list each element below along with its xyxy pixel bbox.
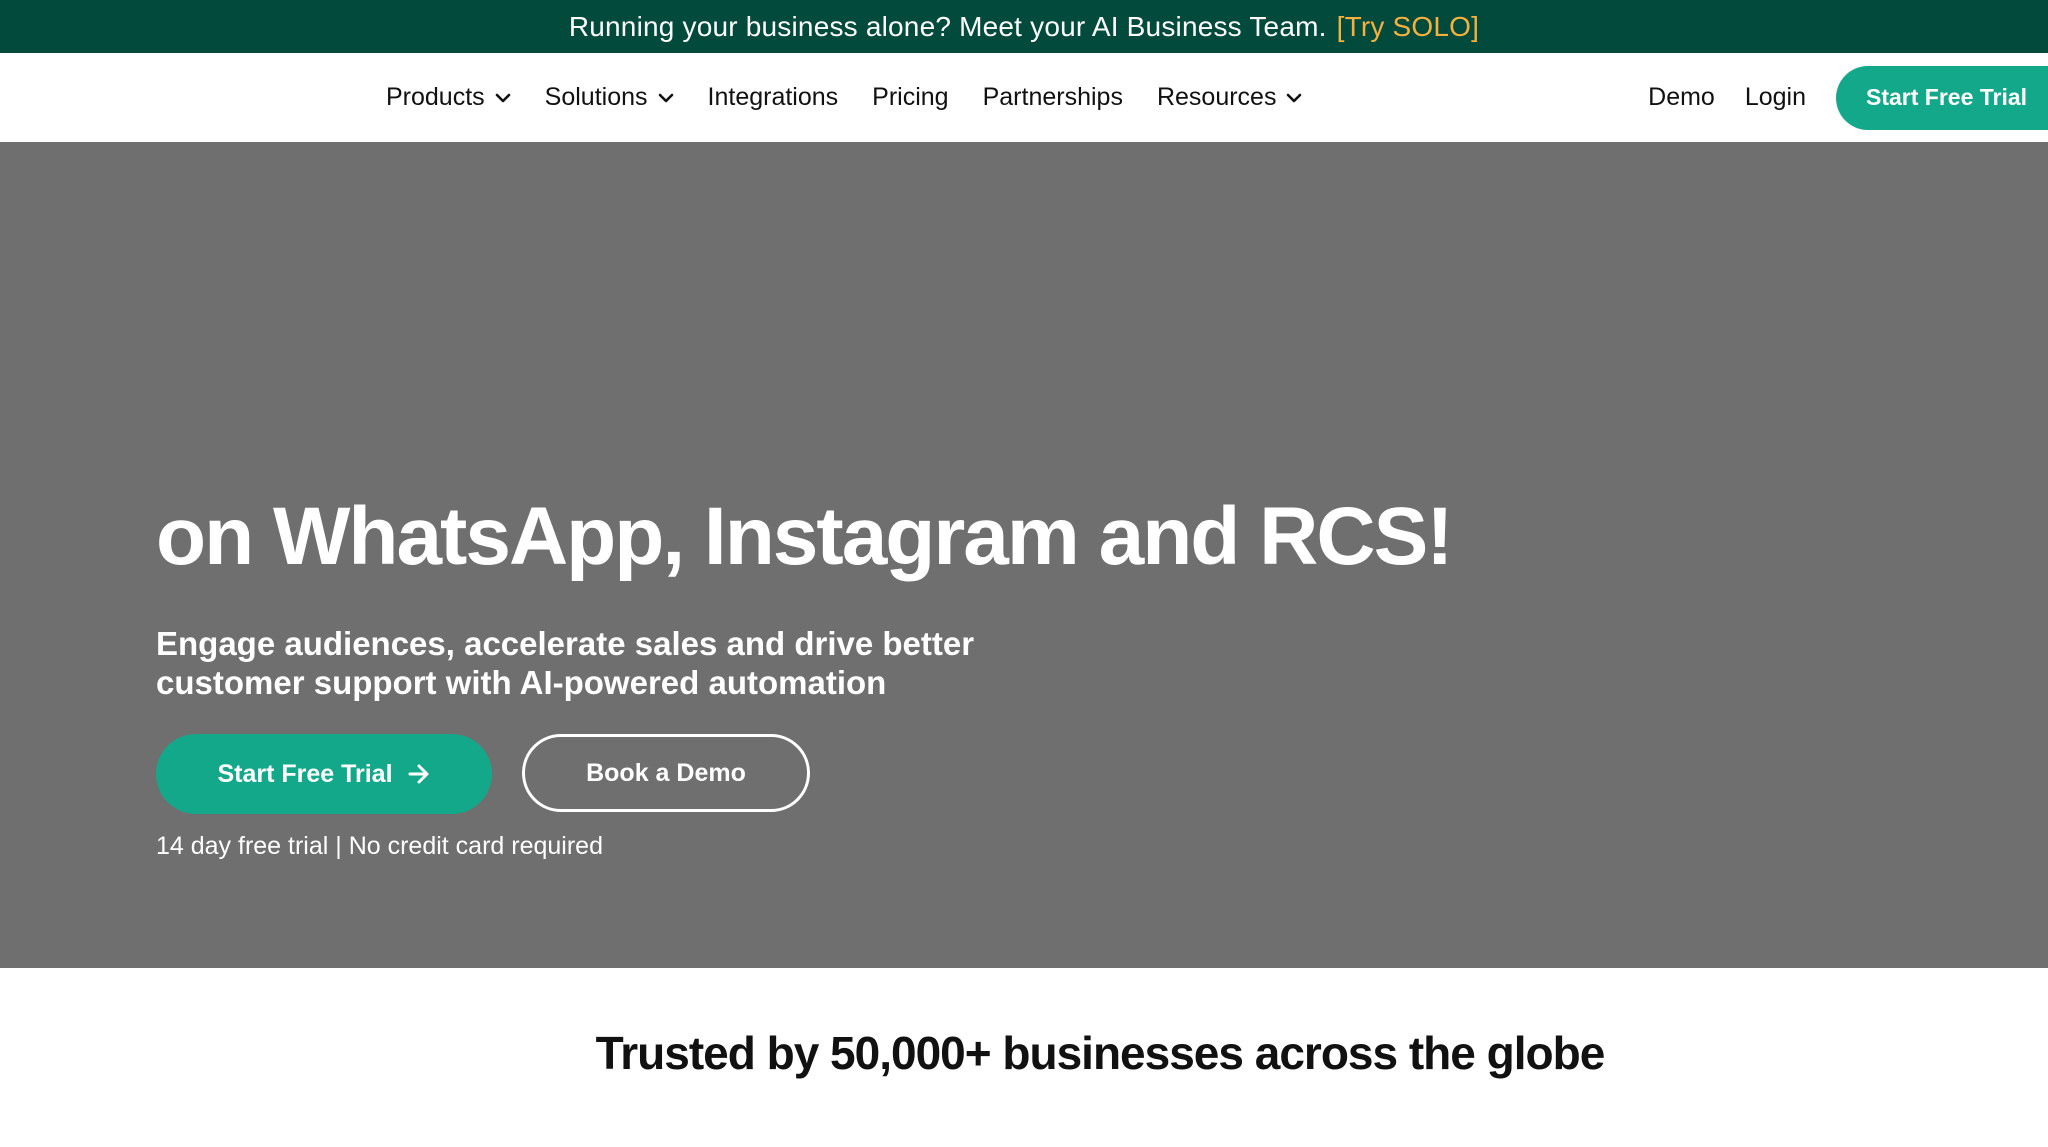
- nav-item-label: Solutions: [544, 83, 648, 111]
- nav-item-resources[interactable]: Resources: [1157, 83, 1303, 112]
- nav-actions: Demo Login Start Free Trial: [1648, 53, 2048, 142]
- announcement-bar: Running your business alone? Meet your A…: [0, 0, 2048, 53]
- hero-headline: on WhatsApp, Instagram and RCS!: [156, 491, 1454, 582]
- arrow-right-icon: [407, 763, 431, 785]
- nav-item-label: Integrations: [707, 83, 839, 111]
- chevron-down-icon: [495, 93, 511, 103]
- hero-section: on WhatsApp, Instagram and RCS! Engage a…: [0, 142, 2048, 968]
- top-navbar: Products Solutions Integrations Pricing …: [0, 53, 2048, 142]
- nav-item-solutions[interactable]: Solutions: [545, 83, 674, 112]
- nav-start-free-trial-button[interactable]: Start Free Trial: [1836, 65, 2048, 130]
- nav-item-label: Products: [386, 83, 485, 111]
- main-nav: Products Solutions Integrations Pricing …: [386, 53, 1336, 142]
- try-solo-link[interactable]: [Try SOLO]: [1337, 11, 1480, 43]
- nav-item-partnerships[interactable]: Partnerships: [983, 83, 1123, 112]
- announcement-text: Running your business alone? Meet your A…: [568, 10, 1327, 42]
- start-free-trial-button[interactable]: Start Free Trial: [156, 734, 492, 814]
- nav-item-label: Partnerships: [982, 83, 1123, 111]
- trusted-by-heading: Trusted by 50,000+ businesses across the…: [595, 1027, 1606, 1079]
- book-a-demo-button[interactable]: Book a Demo: [522, 734, 810, 812]
- nav-item-label: Pricing: [872, 83, 949, 111]
- chevron-down-icon: [1286, 93, 1302, 103]
- chevron-down-icon: [658, 93, 674, 103]
- nav-item-products[interactable]: Products: [386, 83, 511, 112]
- start-free-trial-label: Start Free Trial: [217, 759, 393, 788]
- demo-link[interactable]: Demo: [1648, 83, 1715, 112]
- login-link[interactable]: Login: [1745, 83, 1806, 112]
- nav-item-integrations[interactable]: Integrations: [708, 83, 839, 112]
- hero-subheadline: Engage audiences, accelerate sales and d…: [156, 625, 975, 701]
- trial-note: 14 day free trial | No credit card requi…: [156, 832, 603, 860]
- nav-item-pricing[interactable]: Pricing: [872, 83, 948, 112]
- nav-item-label: Resources: [1156, 83, 1277, 111]
